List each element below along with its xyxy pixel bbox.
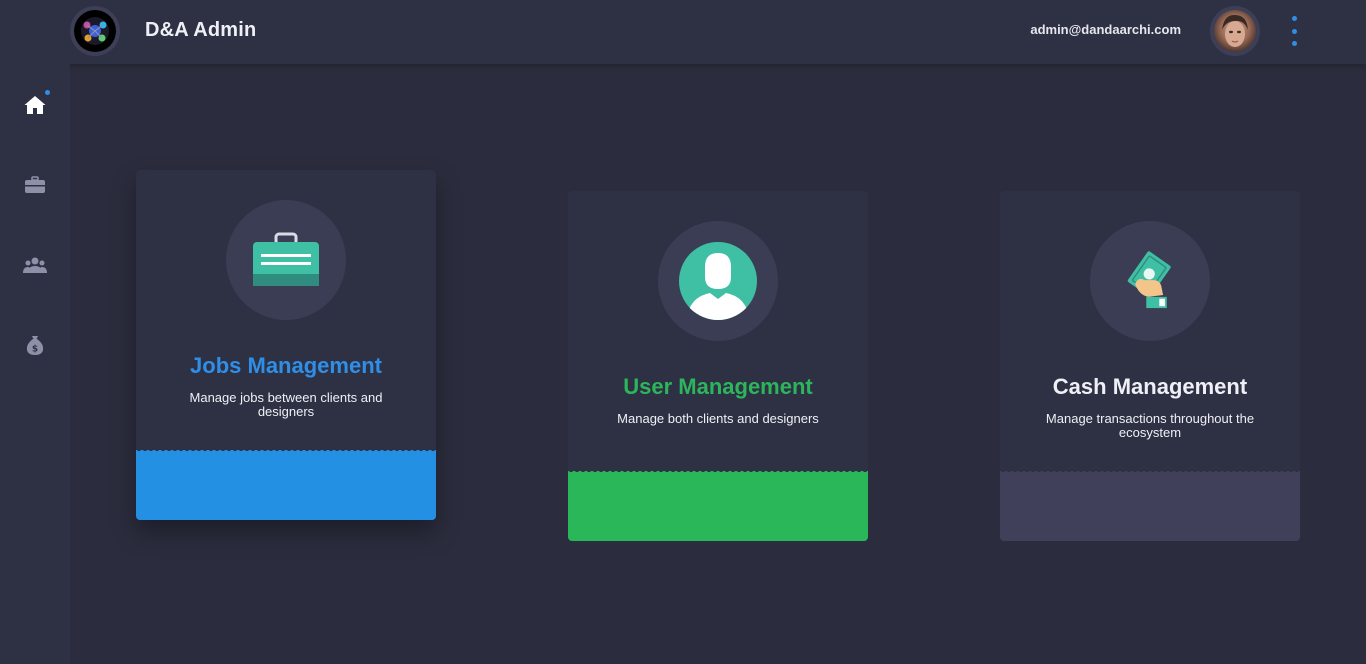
card-footer (136, 448, 436, 520)
money-bag-icon: $ (26, 336, 44, 355)
cash-hand-icon (1127, 251, 1171, 309)
card-icon-circle (226, 200, 346, 320)
card-description: Manage both clients and designers (617, 411, 819, 426)
active-indicator (45, 90, 50, 95)
kebab-dot (1291, 41, 1297, 46)
card-title: User Management (623, 374, 813, 399)
card-icon-circle (658, 221, 778, 341)
user-icon (679, 242, 757, 320)
kebab-dot (1291, 16, 1297, 21)
briefcase-icon (253, 232, 319, 286)
sidebar-item-home[interactable] (20, 90, 50, 120)
sidebar-item-jobs[interactable] (20, 170, 50, 200)
more-menu-button[interactable] (1286, 16, 1302, 46)
card-description: Manage transactions throughout the ecosy… (1045, 411, 1255, 440)
jobs-management-card[interactable]: Jobs Management Manage jobs between clie… (136, 170, 436, 520)
card-description: Manage jobs between clients and designer… (189, 390, 383, 419)
user-avatar[interactable] (1210, 6, 1260, 56)
users-icon (23, 257, 47, 273)
card-title: Jobs Management (190, 353, 382, 378)
logo-icon (74, 10, 116, 52)
card-footer (568, 469, 868, 541)
user-management-card[interactable]: User Management Manage both clients and … (568, 191, 868, 541)
briefcase-icon (25, 176, 45, 193)
kebab-dot (1291, 28, 1297, 34)
card-icon-circle (1090, 221, 1210, 341)
sidebar: $ (0, 64, 70, 664)
top-bar: D&A Admin admin@dandaarchi.com (0, 0, 1366, 64)
sidebar-item-users[interactable] (20, 250, 50, 280)
card-footer (1000, 469, 1300, 541)
user-email: admin@dandaarchi.com (1030, 22, 1181, 37)
cash-management-card[interactable]: Cash Management Manage transactions thro… (1000, 191, 1300, 541)
app-logo[interactable] (70, 6, 120, 56)
sidebar-item-cash[interactable]: $ (20, 330, 50, 360)
avatar-image (1214, 10, 1256, 52)
card-title: Cash Management (1052, 374, 1248, 399)
app-title: D&A Admin (145, 19, 257, 41)
home-icon (24, 96, 46, 114)
svg-text:$: $ (32, 345, 38, 355)
